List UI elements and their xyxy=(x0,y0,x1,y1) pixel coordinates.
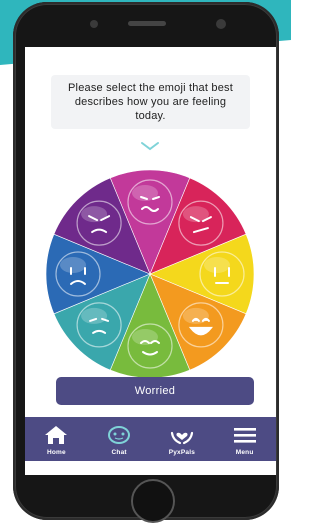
tab-menu-label: Menu xyxy=(235,449,254,456)
tab-pyxpals-label: PyxPals xyxy=(168,449,196,456)
hamburger-icon xyxy=(233,428,256,443)
sad-face-icon[interactable] xyxy=(55,251,101,297)
tab-menu[interactable]: Menu xyxy=(213,417,276,461)
screen-bottom-strip xyxy=(25,461,276,475)
mood-prompt: Please select the emoji that best descri… xyxy=(51,75,250,129)
tab-pyxpals[interactable]: PyxPals xyxy=(151,417,214,461)
angry-face-icon[interactable] xyxy=(76,200,122,246)
selected-mood-label: Worried xyxy=(134,385,176,397)
tab-chat-label: Chat xyxy=(111,449,127,456)
phone-speaker xyxy=(128,21,166,26)
chevron-down-icon xyxy=(141,142,159,151)
worried-face-icon[interactable] xyxy=(127,179,173,225)
tab-chat[interactable]: Chat xyxy=(88,417,151,461)
front-camera xyxy=(90,20,98,28)
tab-home-label: Home xyxy=(46,449,66,456)
home-icon xyxy=(45,426,68,444)
selected-mood-button[interactable]: Worried xyxy=(56,377,254,405)
tab-home[interactable]: Home xyxy=(25,417,88,461)
mood-prompt-text: Please select the emoji that best descri… xyxy=(68,82,233,122)
hands-heart-icon xyxy=(170,431,193,445)
phone-home-button[interactable] xyxy=(131,479,175,523)
phone-sensor xyxy=(216,19,226,29)
app-screen: Please select the emoji that best descri… xyxy=(25,47,276,475)
sick-face-icon[interactable] xyxy=(76,302,122,348)
bottom-tab-bar: Home Chat PyxPals Menu xyxy=(25,417,276,461)
neutral-face-icon[interactable] xyxy=(199,251,245,297)
chat-robot-icon xyxy=(108,426,131,444)
happy-face-icon[interactable] xyxy=(178,302,224,348)
frustrated-face-icon[interactable] xyxy=(178,200,224,246)
calm-face-icon[interactable] xyxy=(127,323,173,369)
emoji-wheel xyxy=(45,169,255,379)
